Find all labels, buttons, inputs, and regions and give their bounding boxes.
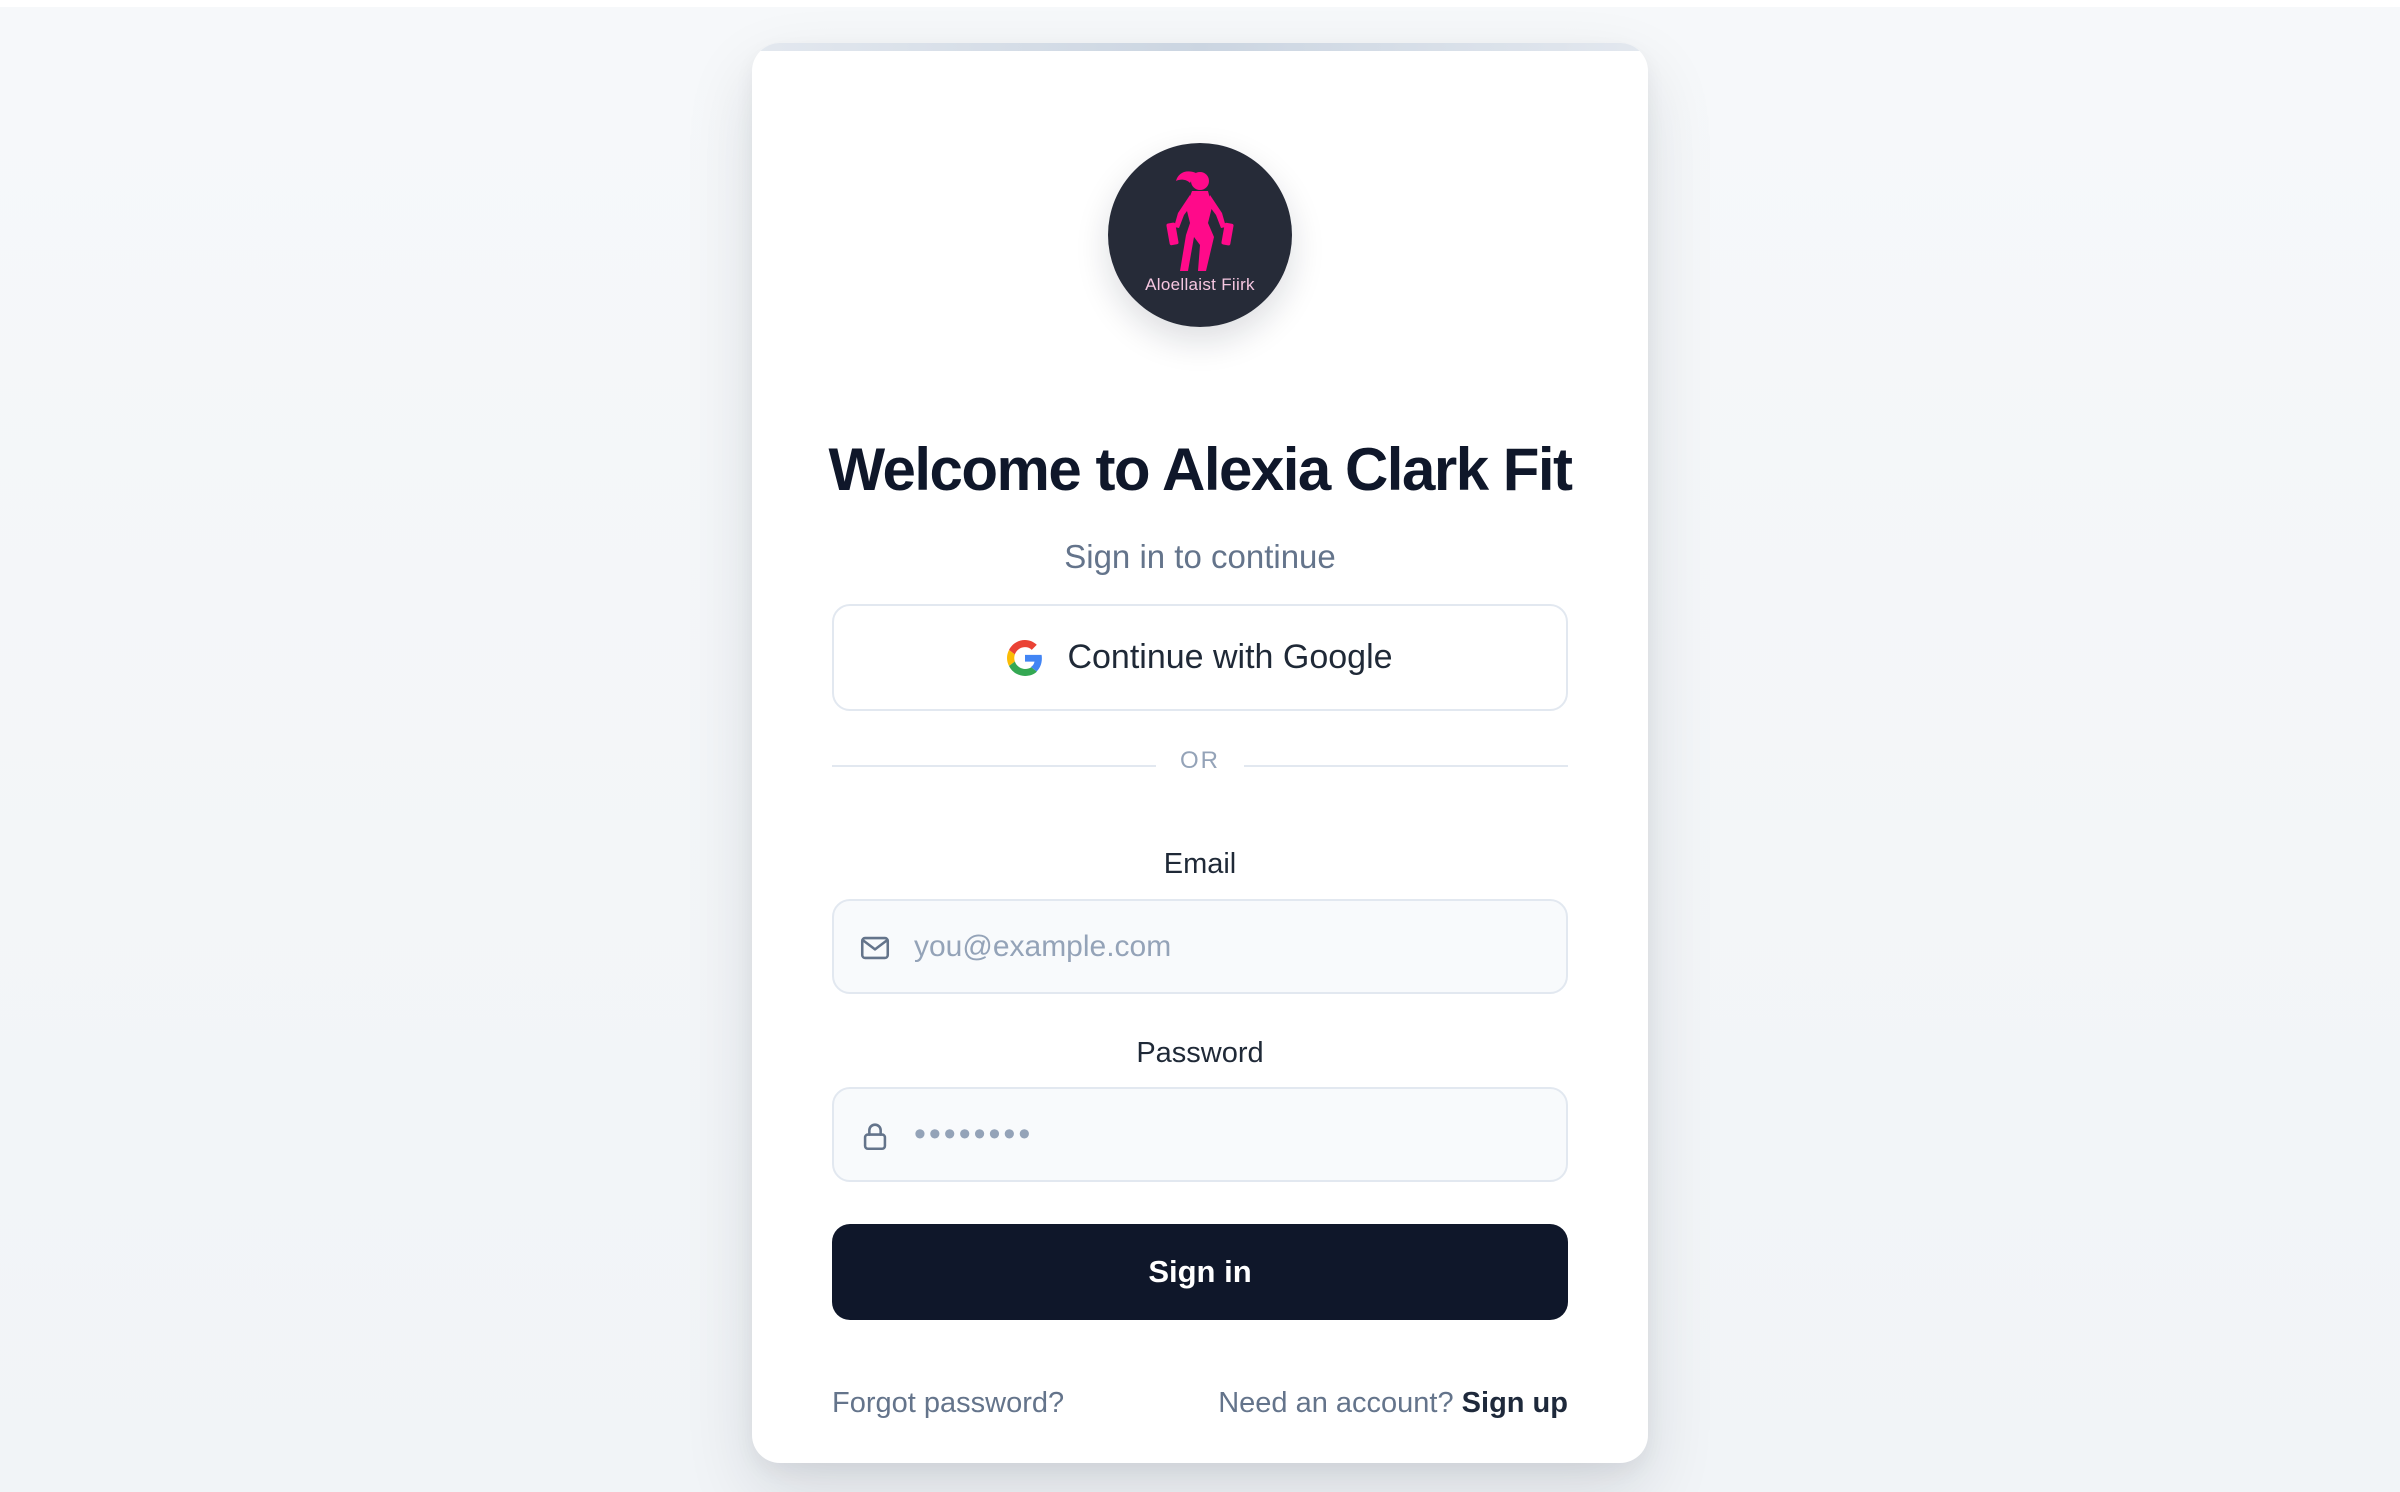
- need-account-text: Need an account? Sign up: [1218, 1387, 1568, 1420]
- sign-up-link[interactable]: Sign up: [1462, 1387, 1568, 1419]
- lock-icon: [863, 1123, 887, 1151]
- password-field[interactable]: ••••••••: [832, 1087, 1568, 1182]
- need-account-label: Need an account?: [1218, 1387, 1454, 1419]
- forgot-password-link[interactable]: Forgot password?: [832, 1387, 1064, 1420]
- divider-line-right: [1244, 765, 1568, 767]
- google-button-label: Continue with Google: [1067, 638, 1393, 676]
- page-top-strip: [0, 0, 2400, 7]
- email-label: Email: [1163, 848, 1237, 880]
- password-input[interactable]: ••••••••: [914, 1117, 1033, 1151]
- sign-in-button[interactable]: Sign in: [832, 1224, 1568, 1320]
- mail-icon: [860, 936, 890, 960]
- password-label: Password: [1136, 1037, 1264, 1069]
- brand-logo: Aloellaist Fiirk: [1108, 143, 1292, 327]
- page-title: Welcome to Alexia Clark Fit: [828, 436, 1573, 503]
- login-card: Aloellaist Fiirk Welcome to Alexia Clark…: [752, 43, 1648, 1463]
- fitness-woman-dumbbells-icon: [1166, 171, 1234, 271]
- email-field[interactable]: [832, 899, 1568, 994]
- divider-label: OR: [1180, 747, 1220, 774]
- or-divider: OR: [832, 745, 1568, 785]
- card-footer: Forgot password? Need an account? Sign u…: [832, 1387, 1568, 1427]
- card-top-accent: [752, 43, 1648, 51]
- logo-badge: Aloellaist Fiirk: [1108, 143, 1292, 327]
- email-input[interactable]: [914, 901, 1544, 992]
- google-g-icon: [1007, 639, 1043, 676]
- page-subtitle: Sign in to continue: [1064, 538, 1336, 575]
- continue-with-google-button[interactable]: Continue with Google: [832, 604, 1568, 711]
- logo-wordmark: Aloellaist Fiirk: [1145, 275, 1255, 294]
